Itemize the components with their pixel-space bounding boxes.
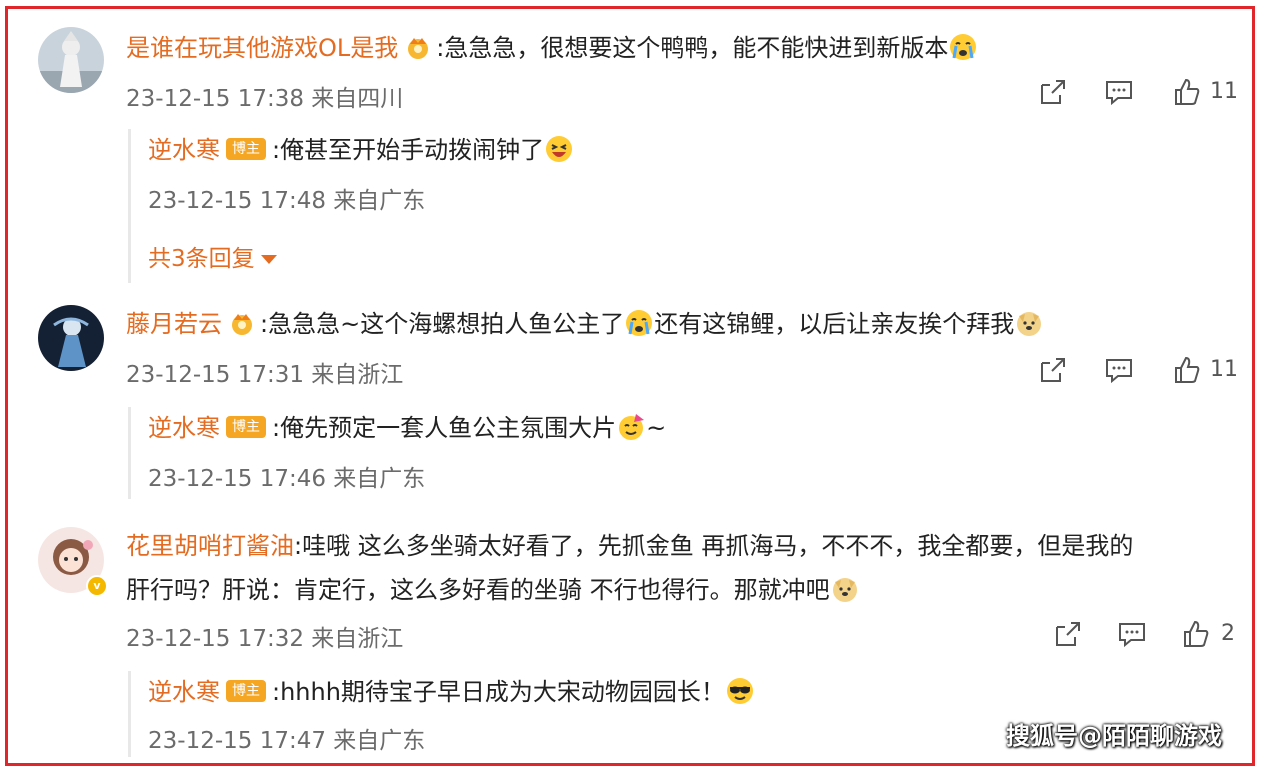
comment-meta: 23-12-15 17:31 来自浙江 [126,362,404,388]
laughing-face-icon [546,136,573,162]
reply-username-link[interactable]: 逆水寒 [148,136,220,164]
comment-body: 花里胡哨打酱油:哇哦 这么多坐骑太好看了，先抓金鱼 再抓海马，不不不，我全都要，… [126,529,1133,563]
comment-icon[interactable] [1104,353,1134,387]
comment-icon[interactable] [1117,617,1147,651]
comment-text-cont: 还有这锦鲤，以后让亲友挨个拜我 [654,310,1015,338]
share-icon[interactable] [1038,75,1068,109]
author-badge: 博主 [226,680,266,702]
comment-meta: 23-12-15 17:38 来自四川 [126,86,404,112]
reply-thread: 逆水寒 博主 :俺甚至开始手动拨闹钟了 23-12-15 17:48 来自广东 共3… [128,129,573,283]
author-badge: 博主 [226,416,266,438]
comment-body: 藤月若云 :急急急~这个海螺想拍人鱼公主了 还有这锦鲤，以后让亲友挨个拜我 [126,307,1044,342]
reply-thread: 逆水寒 博主 :hhhh期待宝子早日成为大宋动物园园长！ 23-12-15 17:4… [128,671,753,757]
like-icon[interactable] [1172,353,1202,387]
comment-text: :哇哦 这么多坐骑太好看了，先抓金鱼 再抓海马，不不不，我全都要，但是我的 [294,532,1134,560]
like-count: 11 [1210,79,1238,104]
comment-text-cont: 肝行吗？肝说：肯定行，这么多好看的坐骑 不行也得行。那就冲吧 [126,576,830,604]
crying-face-icon [950,34,977,60]
comments-frame: 是谁在玩其他游戏OL是我 :急急急，很想要这个鸭鸭，能不能快进到新版本 23-12… [5,6,1255,766]
reply-text-end: ~ [646,414,667,442]
reply-thread: 逆水寒 博主 :俺先预定一套人鱼公主氛围大片 ~ 23-12-15 17:46 来自广… [128,407,666,499]
watermark: 搜狐号@陌陌聊游戏 [1006,722,1222,750]
action-bar: 11 [1038,75,1238,109]
reply-text: :俺先预定一套人鱼公主氛围大片 [272,414,617,442]
reply-body: 逆水寒 博主 :俺甚至开始手动拨闹钟了 [148,133,574,168]
verified-badge-icon: v [86,575,108,597]
doge-face-icon [832,578,857,602]
reply-meta: 23-12-15 17:47 来自广东 [148,728,426,754]
like-icon[interactable] [1181,617,1211,651]
username-link[interactable]: 花里胡哨打酱油 [126,532,294,560]
reply-meta: 23-12-15 17:46 来自广东 [148,466,426,492]
reply-text: :俺甚至开始手动拨闹钟了 [272,136,545,164]
crown-badge-icon [408,38,429,59]
sunglasses-face-icon [726,678,753,704]
reply-username-link[interactable]: 逆水寒 [148,414,220,442]
reply-meta: 23-12-15 17:48 来自广东 [148,188,426,214]
share-icon[interactable] [1038,353,1068,387]
caret-down-icon [260,255,277,264]
expand-replies-label: 共3条回复 [148,246,255,272]
crying-face-icon [626,310,653,336]
comment-text: :急急急~这个海螺想拍人鱼公主了 [260,310,625,338]
comment-meta: 23-12-15 17:32 来自浙江 [126,626,404,652]
comment-body: 是谁在玩其他游戏OL是我 :急急急，很想要这个鸭鸭，能不能快进到新版本 [126,31,978,66]
doge-face-icon [1017,312,1042,336]
share-icon[interactable] [1053,617,1083,651]
crown-badge-icon [232,314,252,335]
comment-body-line2: 肝行吗？肝说：肯定行，这么多好看的坐骑 不行也得行。那就冲吧 [126,573,860,608]
reply-body: 逆水寒 博主 :hhhh期待宝子早日成为大宋动物园园长！ [148,675,755,710]
reply-text: :hhhh期待宝子早日成为大宋动物园园长！ [272,678,725,706]
like-count: 11 [1210,357,1238,382]
avatar-figure-icon [38,27,104,93]
avatar[interactable] [38,305,104,371]
party-face-icon [619,414,645,440]
author-badge: 博主 [226,138,266,160]
action-bar: 2 [1053,617,1243,651]
like-count: 2 [1221,621,1235,646]
avatar[interactable] [38,27,104,93]
comment-icon[interactable] [1104,75,1134,109]
username-link[interactable]: 藤月若云 [126,310,222,338]
expand-replies-link[interactable]: 共3条回复 [148,239,277,273]
comment-text: :急急急，很想要这个鸭鸭，能不能快进到新版本 [436,34,949,62]
reply-username-link[interactable]: 逆水寒 [148,678,220,706]
avatar-figure-icon [38,305,104,371]
reply-body: 逆水寒 博主 :俺先预定一套人鱼公主氛围大片 ~ [148,411,666,446]
action-bar: 11 [1038,353,1238,387]
like-icon[interactable] [1172,75,1202,109]
username-link[interactable]: 是谁在玩其他游戏OL是我 [126,34,398,62]
